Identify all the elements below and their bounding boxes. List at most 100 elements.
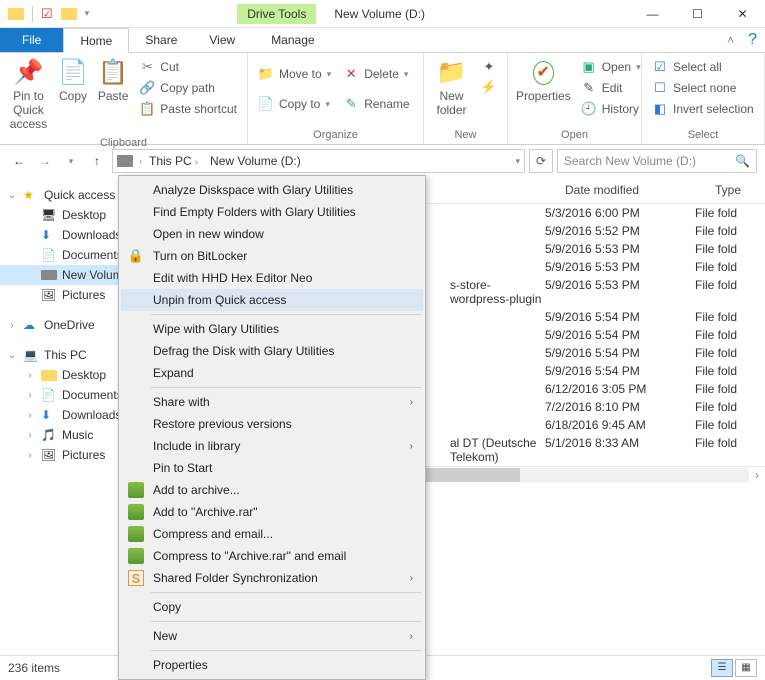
minimize-ribbon-icon[interactable]: ˄	[721, 28, 740, 52]
selectnone-icon	[652, 80, 668, 96]
file-date: 5/9/2016 5:54 PM	[545, 364, 695, 378]
ctx-shared-folder-sync[interactable]: SShared Folder Synchronization›	[121, 567, 423, 589]
rename-button[interactable]: Rename	[339, 95, 413, 113]
ctx-hex-edit[interactable]: Edit with HHD Hex Editor Neo	[121, 267, 423, 289]
copyto-icon	[258, 96, 274, 112]
file-date: 5/9/2016 5:53 PM	[545, 242, 695, 256]
properties-button[interactable]: Properties	[514, 55, 573, 108]
ctx-pin-start[interactable]: Pin to Start	[121, 457, 423, 479]
maximize-button[interactable]: ☐	[675, 0, 720, 28]
file-date: 5/9/2016 5:54 PM	[545, 328, 695, 342]
qat-folder-icon[interactable]	[8, 8, 24, 20]
tab-manage[interactable]: Manage	[255, 28, 330, 52]
ctx-new[interactable]: New›	[121, 625, 423, 647]
ctx-properties[interactable]: Properties	[121, 654, 423, 676]
rar-icon	[128, 548, 144, 564]
file-type: File fold	[695, 310, 755, 324]
ctx-wipe[interactable]: Wipe with Glary Utilities	[121, 318, 423, 340]
pin-icon	[12, 59, 44, 87]
copy-button[interactable]: Copy	[55, 55, 91, 108]
address-dropdown-icon[interactable]: ▾	[515, 156, 520, 167]
select-all-button[interactable]: Select all	[648, 58, 758, 76]
history-icon	[581, 101, 597, 117]
invert-icon	[652, 101, 668, 117]
new-item-button[interactable]	[477, 58, 501, 76]
tab-view[interactable]: View	[193, 28, 251, 52]
view-details-button[interactable]: ☰	[711, 659, 733, 677]
close-button[interactable]: ✕	[720, 0, 765, 28]
tab-file[interactable]: File	[0, 28, 63, 52]
file-date: 7/2/2016 8:10 PM	[545, 400, 695, 414]
history-button[interactable]: History	[577, 100, 645, 118]
up-button[interactable]: ↑	[86, 150, 108, 172]
minimize-button[interactable]: —	[630, 0, 675, 28]
rar-icon	[128, 526, 144, 542]
invert-selection-button[interactable]: Invert selection	[648, 100, 758, 118]
pin-quickaccess-button[interactable]: Pin to Quick access	[6, 55, 51, 135]
file-type: File fold	[695, 382, 755, 396]
easyaccess-icon	[481, 79, 497, 95]
move-to-button[interactable]: Move to	[254, 65, 335, 83]
ctx-find-empty[interactable]: Find Empty Folders with Glary Utilities	[121, 201, 423, 223]
qat-properties-icon[interactable]: ☑	[41, 6, 53, 22]
breadcrumb-thispc[interactable]: This PC›	[144, 154, 203, 168]
ctx-compress-rar-email[interactable]: Compress to "Archive.rar" and email	[121, 545, 423, 567]
ctx-analyze[interactable]: Analyze Diskspace with Glary Utilities	[121, 179, 423, 201]
drive-tree-icon	[41, 270, 57, 280]
ctx-expand[interactable]: Expand	[121, 362, 423, 384]
file-date: 6/18/2016 9:45 AM	[545, 418, 695, 432]
tab-share[interactable]: Share	[129, 28, 193, 52]
back-button[interactable]: ←	[8, 150, 30, 172]
column-type[interactable]: Type	[705, 177, 765, 203]
help-icon[interactable]: ?	[740, 28, 765, 52]
ctx-share-with[interactable]: Share with›	[121, 391, 423, 413]
ctx-compress-email[interactable]: Compress and email...	[121, 523, 423, 545]
ctx-defrag[interactable]: Defrag the Disk with Glary Utilities	[121, 340, 423, 362]
address-bar[interactable]: › This PC› New Volume (D:) ▾	[112, 149, 525, 173]
ctx-add-archive[interactable]: Add to archive...	[121, 479, 423, 501]
downloads-icon	[41, 228, 57, 242]
ctx-open-new-window[interactable]: Open in new window	[121, 223, 423, 245]
forward-button[interactable]: →	[34, 150, 56, 172]
easy-access-button[interactable]	[477, 78, 501, 96]
ctx-restore-versions[interactable]: Restore previous versions	[121, 413, 423, 435]
file-type: File fold	[695, 242, 755, 256]
copy-to-button[interactable]: Copy to	[254, 95, 335, 113]
column-date[interactable]: Date modified	[555, 177, 705, 203]
qat-customize-icon[interactable]: ▾	[85, 8, 90, 19]
open-button[interactable]: Open	[577, 58, 645, 76]
refresh-button[interactable]: ⟳	[529, 149, 553, 173]
tab-home[interactable]: Home	[63, 28, 129, 53]
copypath-icon	[139, 80, 155, 96]
chevron-right-icon: ›	[410, 631, 413, 642]
pictures-icon	[41, 448, 57, 462]
select-none-button[interactable]: Select none	[648, 79, 758, 97]
breadcrumb-drive[interactable]: New Volume (D:)	[205, 154, 306, 168]
qat-newfolder-icon[interactable]	[61, 8, 77, 20]
ctx-unpin-quickaccess[interactable]: Unpin from Quick access	[121, 289, 423, 311]
cut-button[interactable]: Cut	[135, 58, 241, 76]
ctx-copy[interactable]: Copy	[121, 596, 423, 618]
new-folder-button[interactable]: New folder	[430, 55, 473, 122]
file-date: 5/9/2016 5:53 PM	[545, 260, 695, 274]
ctx-bitlocker[interactable]: Turn on BitLocker	[121, 245, 423, 267]
file-date: 5/9/2016 5:54 PM	[545, 346, 695, 360]
ctx-add-rar[interactable]: Add to "Archive.rar"	[121, 501, 423, 523]
edit-button[interactable]: Edit	[577, 79, 645, 97]
paste-shortcut-button[interactable]: Paste shortcut	[135, 100, 241, 118]
desktop-icon	[41, 208, 57, 222]
search-input[interactable]: Search New Volume (D:) 🔍	[557, 149, 757, 173]
delete-button[interactable]: Delete	[339, 65, 413, 83]
paste-button[interactable]: Paste	[95, 55, 131, 108]
drive-icon	[117, 155, 133, 167]
ctx-include-library[interactable]: Include in library›	[121, 435, 423, 457]
file-date: 5/9/2016 5:54 PM	[545, 310, 695, 324]
recent-button[interactable]: ▾	[60, 150, 82, 172]
view-large-button[interactable]: ▦	[735, 659, 757, 677]
open-icon	[581, 59, 597, 75]
pictures-icon	[41, 288, 57, 302]
rar-icon	[128, 482, 144, 498]
cut-icon	[139, 59, 155, 75]
copy-path-button[interactable]: Copy path	[135, 79, 241, 97]
chevron-right-icon: ›	[410, 573, 413, 584]
